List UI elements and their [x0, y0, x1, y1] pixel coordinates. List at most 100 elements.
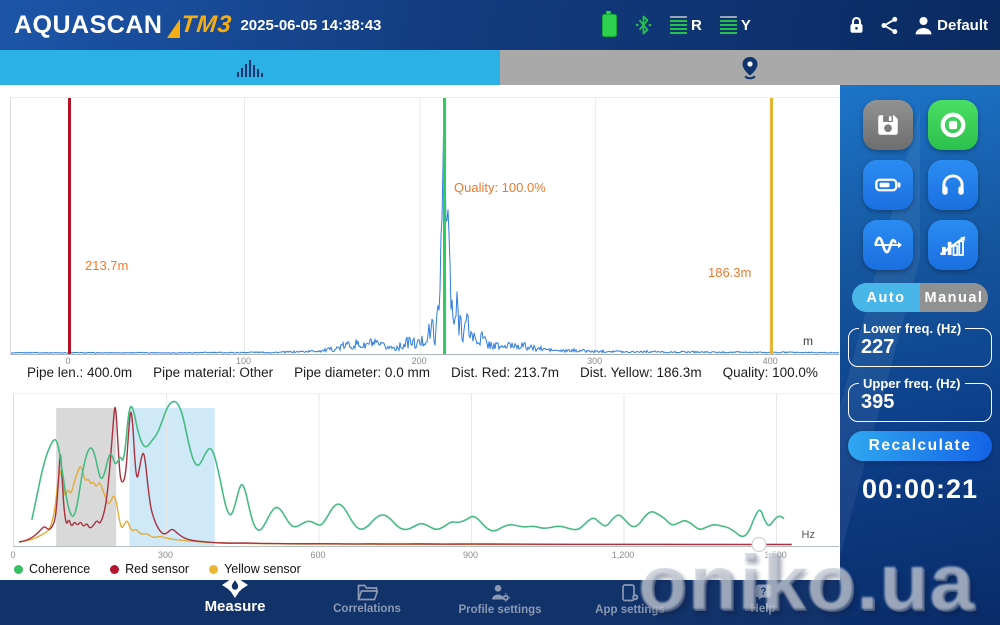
- tab-map[interactable]: [500, 50, 1000, 85]
- upper-freq-field: Upper freq. (Hz) 395: [848, 376, 992, 422]
- user-icon: [915, 16, 932, 34]
- yellow-sensor-marker[interactable]: [770, 98, 773, 354]
- spectrum-button[interactable]: [927, 220, 978, 270]
- auto-mode-button[interactable]: Auto: [852, 283, 920, 312]
- x-tick-label: 1,500: [764, 550, 787, 560]
- yellow-channel-signal: Y: [719, 15, 751, 35]
- signal-bars-icon: [670, 15, 687, 35]
- nav-label: Correlations: [333, 603, 401, 615]
- nav-correlations[interactable]: Correlations: [302, 584, 432, 615]
- legend-dot-icon: [14, 564, 23, 574]
- upper-freq-input[interactable]: 395: [861, 391, 991, 414]
- lower-freq-label: Lower freq. (Hz): [863, 321, 962, 336]
- stop-button[interactable]: [927, 100, 978, 150]
- battery-icon: [874, 178, 900, 192]
- legend-label: Red sensor: [125, 562, 190, 576]
- histogram-icon: [236, 59, 264, 77]
- legend-item: Coherence: [14, 562, 90, 576]
- status-indicators: R Y: [602, 0, 751, 50]
- waveform-icon: [873, 236, 902, 254]
- nav-label: Help: [750, 603, 776, 615]
- yellow-distance-label: 186.3m: [708, 265, 752, 280]
- tab-measurement[interactable]: [0, 50, 500, 85]
- red-channel-label: R: [691, 16, 702, 34]
- droplet-target-icon: [222, 572, 248, 598]
- highlight-band: [56, 408, 117, 546]
- chart-legend: Coherence Red sensor Yellow sensor: [14, 562, 301, 576]
- bottom-nav: Measure Correlations Profile settings Ap…: [0, 572, 840, 625]
- filter-wave-button[interactable]: [862, 220, 913, 270]
- upper-freq-label: Upper freq. (Hz): [863, 376, 961, 391]
- pipe-info-item: Dist. Yellow: 186.3m: [580, 365, 702, 380]
- legend-dot-icon: [110, 564, 120, 574]
- bars-arrow-icon: [939, 236, 965, 256]
- pipe-info-item: Pipe len.: 400.0m: [27, 365, 133, 380]
- pipe-info-item: Quality: 100.0%: [722, 365, 818, 380]
- x-unit-label: m: [803, 334, 813, 348]
- x-unit-label: Hz: [801, 529, 815, 541]
- save-button[interactable]: [862, 100, 913, 150]
- correlation-trace: [10, 101, 840, 354]
- legend-label: Coherence: [29, 562, 91, 576]
- headphones-button[interactable]: [927, 160, 978, 210]
- coherence-chart[interactable]: Hz: [13, 393, 839, 552]
- x-tick-label: 1,200: [611, 550, 635, 560]
- red-sensor-marker[interactable]: [68, 98, 71, 354]
- pipe-info-item: Pipe diameter: 0.0 mm: [294, 365, 430, 380]
- nav-label: Profile settings: [458, 604, 542, 616]
- correlation-plot: [10, 98, 840, 354]
- nav-help[interactable]: ? Help: [698, 584, 828, 615]
- device-gear-icon: [621, 584, 638, 602]
- pipe-info-item: Pipe material: Other: [153, 365, 274, 380]
- pipe-info-item: Dist. Red: 213.7m: [450, 365, 559, 380]
- nav-measure[interactable]: Measure: [170, 572, 300, 615]
- app-logo: AQUASCAN TM3 2025-06-05 14:38:43: [14, 0, 381, 50]
- profile-button[interactable]: Default: [914, 16, 988, 35]
- battery-icon: [602, 10, 617, 37]
- svg-text:?: ?: [760, 587, 766, 598]
- lock-icon[interactable]: [848, 15, 865, 35]
- red-distance-label: 213.7m: [85, 258, 129, 273]
- nav-app-settings[interactable]: App settings: [565, 584, 695, 616]
- floppy-icon: [877, 115, 898, 135]
- filter-band[interactable]: [129, 408, 215, 546]
- lower-freq-input[interactable]: 227: [861, 336, 991, 359]
- nav-label: Measure: [204, 598, 266, 615]
- battery-button[interactable]: [862, 160, 913, 210]
- signal-bars-icon: [719, 15, 737, 35]
- correlation-chart[interactable]: 213.7m Quality: 100.0% 186.3m m: [10, 97, 840, 355]
- datetime: 2025-06-05 14:38:43: [240, 16, 382, 34]
- manual-mode-button[interactable]: Manual: [920, 283, 988, 312]
- map-pin-icon: [742, 56, 758, 79]
- headphones-icon: [941, 174, 964, 195]
- folder-icon: [356, 584, 378, 601]
- control-sidebar: Auto Manual Lower freq. (Hz) 227 Upper f…: [840, 85, 1000, 625]
- recalculate-button[interactable]: Recalculate: [848, 431, 992, 461]
- legend-item: Red sensor: [110, 562, 189, 576]
- profile-label: Default: [937, 16, 988, 34]
- stop-icon: [940, 112, 965, 138]
- app-name: AQUASCAN: [14, 10, 163, 39]
- logo-wedge-icon: [167, 18, 181, 38]
- share-icon[interactable]: [880, 16, 899, 35]
- coherence-plot: [18, 394, 792, 552]
- measurement-timer: 00:00:21: [861, 474, 979, 504]
- x-tick-label: 300: [157, 550, 174, 560]
- x-tick-label: 900: [462, 550, 479, 560]
- red-channel-signal: R: [670, 15, 702, 35]
- x-tick-label: 0: [10, 550, 16, 560]
- leak-position-marker: [443, 98, 446, 354]
- app-model: TM3: [180, 11, 234, 38]
- header-actions: Default: [848, 0, 988, 50]
- tool-buttons: [840, 85, 1000, 270]
- user-gear-icon: [492, 585, 510, 602]
- lower-freq-field: Lower freq. (Hz) 227: [848, 321, 992, 367]
- yellow-channel-label: Y: [740, 16, 751, 34]
- coherence-x-ticks: 0 300 600 900 1,200 1,500: [10, 550, 838, 562]
- help-bubble-icon: ?: [755, 584, 771, 600]
- aquascan-app: AQUASCAN TM3 2025-06-05 14:38:43 R Y Def…: [0, 0, 1000, 625]
- bluetooth-icon: [635, 15, 652, 35]
- header-bar: AQUASCAN TM3 2025-06-05 14:38:43 R Y Def…: [0, 0, 1000, 50]
- quality-label: Quality: 100.0%: [454, 180, 546, 195]
- nav-profile-settings[interactable]: Profile settings: [435, 584, 565, 616]
